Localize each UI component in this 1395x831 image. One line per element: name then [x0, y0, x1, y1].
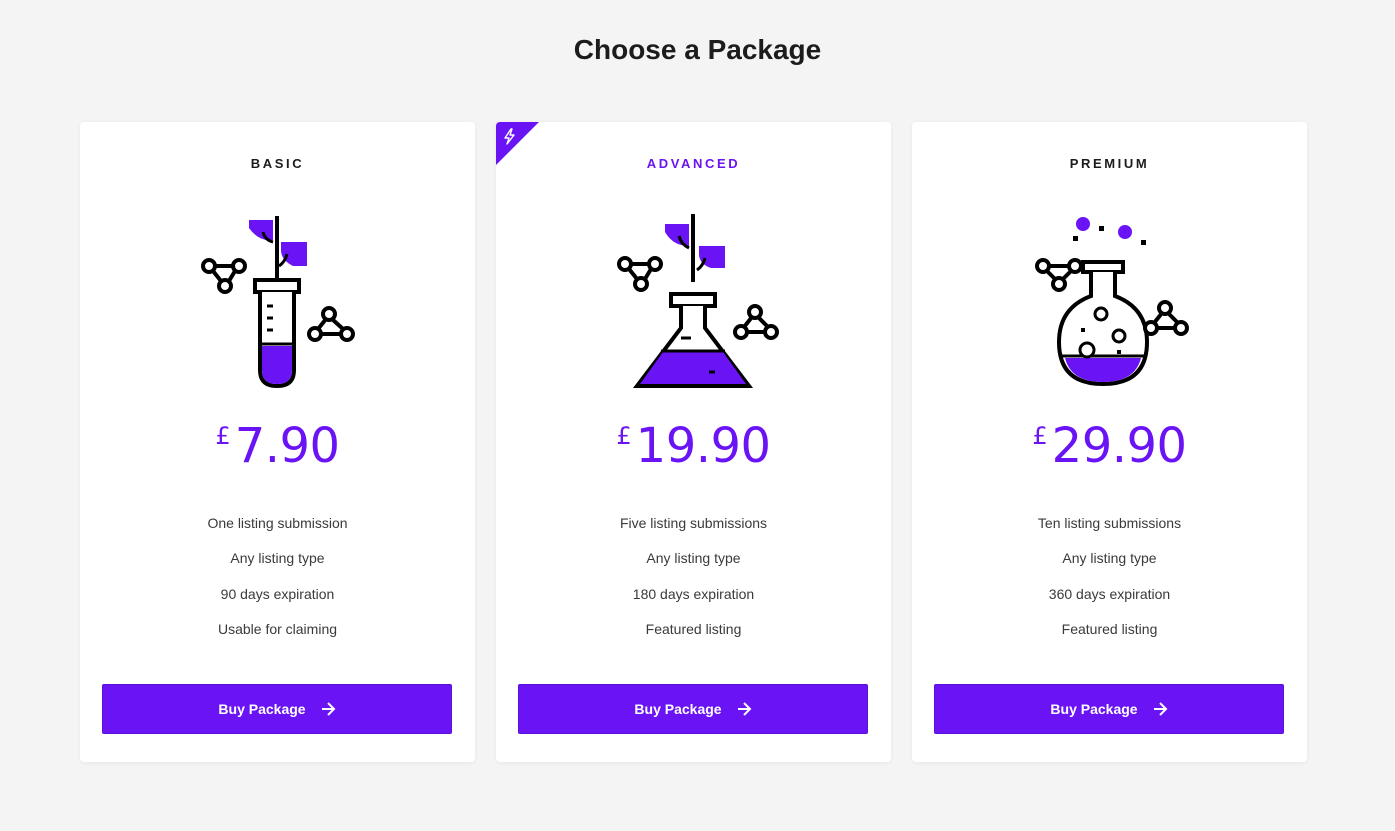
feature-item: One listing submission: [207, 515, 348, 531]
buy-button-label: Buy Package: [1050, 701, 1138, 717]
feature-item: Featured listing: [645, 620, 742, 637]
feature-list: Ten listing submissions Any listing type…: [912, 512, 1307, 653]
price-amount: 19.90: [635, 418, 771, 474]
feature-item: 360 days expiration: [1048, 585, 1171, 602]
feature-list: Five listing submissions Any listing typ…: [496, 512, 891, 653]
price-amount: 29.90: [1051, 418, 1187, 474]
price: £29.90: [912, 418, 1307, 474]
arrow-right-icon: [1152, 701, 1168, 717]
package-card-basic: BASIC £7.90 One listing submission Any l…: [80, 122, 475, 762]
buy-package-button[interactable]: Buy Package: [102, 684, 452, 734]
feature-item: 180 days expiration: [632, 585, 755, 602]
currency-symbol: £: [215, 422, 231, 450]
feature-item: Any listing type: [646, 550, 741, 567]
buy-button-label: Buy Package: [634, 701, 722, 717]
flask-plant-icon: [603, 210, 783, 390]
buy-button-label: Buy Package: [218, 701, 306, 717]
feature-item: Any listing type: [230, 550, 325, 567]
plan-name: BASIC: [250, 156, 305, 171]
test-tube-plant-icon: [187, 210, 367, 390]
buy-package-button[interactable]: Buy Package: [518, 684, 868, 734]
feature-item: Any listing type: [1062, 550, 1157, 567]
currency-symbol: £: [616, 422, 632, 450]
buy-package-button[interactable]: Buy Package: [934, 684, 1284, 734]
round-flask-bubbles-icon: [1019, 210, 1199, 390]
plan-name: ADVANCED: [646, 156, 741, 171]
page-title: Choose a Package: [573, 34, 822, 65]
feature-list: One listing submission Any listing type …: [80, 512, 475, 653]
feature-item: Featured listing: [1061, 620, 1158, 637]
feature-item: 90 days expiration: [220, 585, 335, 602]
feature-item: Usable for claiming: [217, 620, 338, 637]
currency-symbol: £: [1032, 422, 1048, 450]
price-amount: 7.90: [234, 418, 340, 474]
price: £7.90: [80, 418, 475, 474]
price: £19.90: [496, 418, 891, 474]
feature-item: Ten listing submissions: [1037, 515, 1182, 531]
feature-item: Five listing submissions: [619, 515, 768, 531]
package-card-premium: PREMIUM £29.90 Ten listing submissions A…: [912, 122, 1307, 762]
arrow-right-icon: [320, 701, 336, 717]
package-card-advanced: ADVANCED £19.90 Five listing submissions…: [496, 122, 891, 762]
plan-name: PREMIUM: [1069, 156, 1150, 171]
arrow-right-icon: [736, 701, 752, 717]
